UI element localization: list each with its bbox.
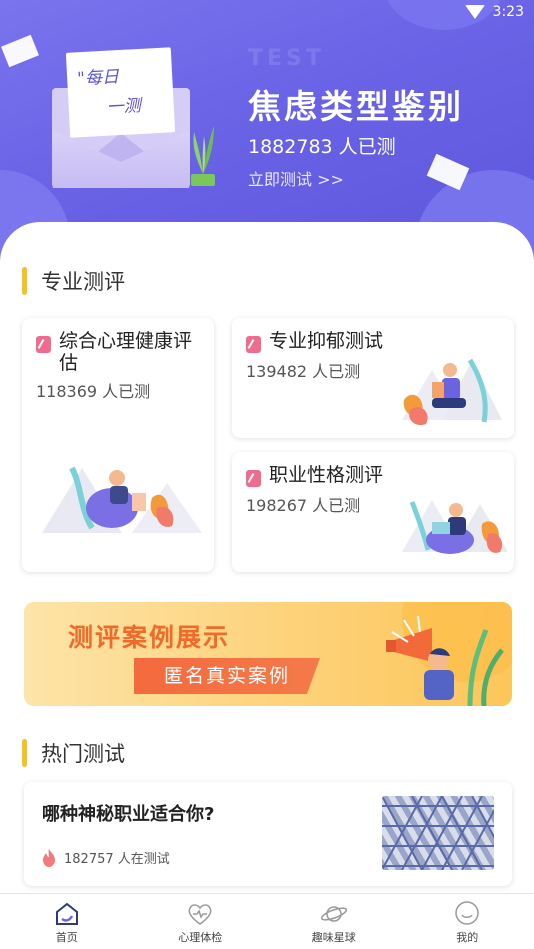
- edit-tag-icon: [246, 470, 261, 487]
- status-bar: 3:23: [464, 4, 524, 20]
- heart-check-icon: [188, 904, 212, 925]
- card-mental-health[interactable]: 综合心理健康评估 118369 人已测: [22, 318, 214, 572]
- home-icon: [55, 902, 78, 925]
- card-title: 综合心理健康评估: [59, 330, 193, 374]
- letter-line-2: 一测: [106, 95, 142, 118]
- card-count: 118369 人已测: [36, 382, 151, 401]
- paper-decor: [1, 34, 39, 68]
- edit-tag-icon: [246, 336, 261, 353]
- letter-card: "每日 一测: [65, 47, 176, 138]
- banner-title: 测评案例展示: [68, 623, 231, 652]
- tab-mine[interactable]: 我的: [401, 894, 534, 949]
- card-count: 198267 人已测: [246, 496, 361, 515]
- card-title: 职业性格测评: [269, 464, 384, 486]
- hot-test-thumbnail: [382, 796, 494, 870]
- section-accent-bar: [22, 739, 27, 767]
- planet-icon: [320, 906, 347, 922]
- wifi-icon: [464, 5, 485, 19]
- person-reading-illustration: [42, 466, 202, 533]
- hero-ghost-text: TEST: [248, 46, 325, 71]
- section-title: 专业测评: [41, 270, 125, 294]
- anonymous-cases-button[interactable]: 匿名真实案例: [134, 658, 320, 694]
- hot-test-stat: 182757 人在测试: [42, 848, 170, 867]
- status-time: 3:23: [492, 4, 524, 20]
- hero-banner[interactable]: 3:23 "每日 一测 TEST 焦虑类型鉴别 1882783 人已测 立即测试…: [0, 0, 534, 260]
- tab-label: 心理体检: [178, 931, 223, 944]
- hero-count: 1882783 人已测: [248, 136, 396, 158]
- person-laptop-illustration: [402, 500, 508, 554]
- tab-fun-planet[interactable]: 趣味星球: [267, 894, 401, 949]
- tab-psych-checkup[interactable]: 心理体检: [134, 894, 268, 949]
- card-career-personality[interactable]: 职业性格测评 198267 人已测: [232, 452, 514, 572]
- card-count: 139482 人已测: [246, 362, 361, 381]
- section-hot: 热门测试: [22, 738, 125, 768]
- megaphone-person-illustration: [386, 615, 504, 706]
- hero-title: 焦虑类型鉴别: [248, 87, 464, 126]
- hot-test-title: 哪种神秘职业适合你?: [42, 804, 215, 825]
- tab-label: 首页: [55, 931, 78, 944]
- person-sitting-illustration: [402, 358, 502, 426]
- fire-icon: [43, 848, 55, 867]
- section-title: 热门测试: [41, 742, 125, 766]
- card-title: 专业抑郁测试: [269, 330, 384, 352]
- section-accent-bar: [22, 267, 27, 295]
- case-showcase-banner[interactable]: 测评案例展示 匿名真实案例: [24, 602, 512, 706]
- tab-label: 我的: [456, 931, 479, 944]
- plant-icon: [191, 126, 215, 186]
- card-depression-test[interactable]: 专业抑郁测试 139482 人已测: [232, 318, 514, 438]
- section-professional: 专业测评: [22, 266, 125, 296]
- bottom-tab-bar: 首页 心理体检 趣味星球 我的: [0, 893, 534, 949]
- smile-icon: [455, 901, 479, 925]
- start-test-link[interactable]: 立即测试 >>: [248, 166, 344, 190]
- tab-label: 趣味星球: [311, 931, 356, 944]
- tab-home[interactable]: 首页: [0, 894, 134, 949]
- edit-tag-icon: [36, 336, 51, 353]
- hot-test-item[interactable]: 哪种神秘职业适合你? 182757 人在测试: [24, 782, 512, 886]
- hot-test-count: 182757 人在测试: [64, 852, 170, 867]
